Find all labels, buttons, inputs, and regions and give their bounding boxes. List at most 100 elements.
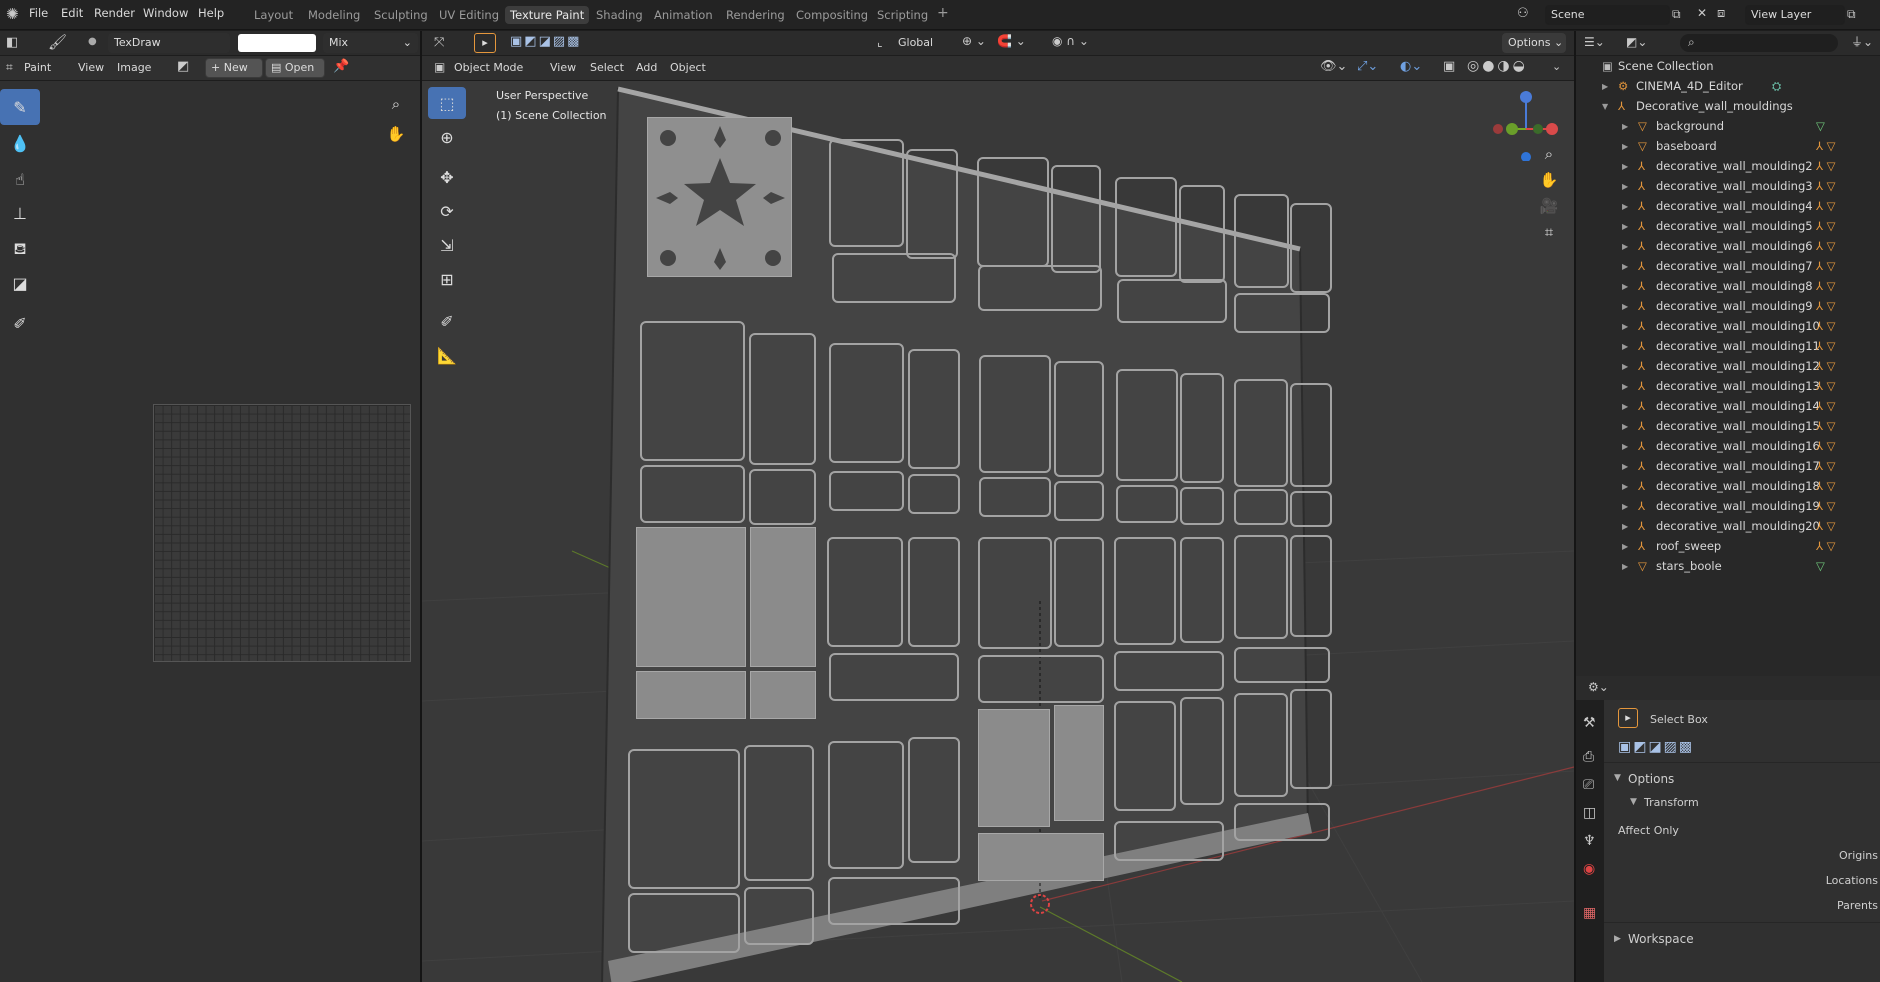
overlay-icon[interactable]: ◐⌄ bbox=[1400, 60, 1422, 73]
chevron-right-icon[interactable]: ▶ bbox=[1602, 82, 1608, 91]
chevron-right-icon[interactable]: ▶ bbox=[1622, 402, 1628, 411]
outliner-item[interactable]: ▶ ⅄ decorative_wall_moulding12 ⅄ ▽ bbox=[1576, 356, 1878, 376]
output-tab-icon[interactable]: ⎚ bbox=[1583, 778, 1594, 792]
workspace-panel-title[interactable]: Workspace bbox=[1628, 932, 1694, 946]
chevron-right-icon[interactable]: ▶ bbox=[1622, 262, 1628, 271]
outliner-item[interactable]: ▶ ⅄ roof_sweep ⅄ ▽ bbox=[1576, 536, 1878, 556]
view-layer-field[interactable]: View Layer bbox=[1745, 5, 1845, 25]
tool-transform[interactable]: ⊞ bbox=[428, 263, 466, 295]
outliner-item[interactable]: ▶ ▽ stars_boole ▽ bbox=[1576, 556, 1878, 576]
image-browse-icon[interactable]: ◩ bbox=[177, 60, 189, 73]
tab-scripting[interactable]: Scripting bbox=[877, 8, 928, 22]
color-swatch[interactable] bbox=[238, 34, 316, 52]
gizmo-icon[interactable]: ⤢⌄ bbox=[1357, 60, 1378, 73]
outliner-item[interactable]: ▶ ⅄ decorative_wall_moulding4 ⅄ ▽ bbox=[1576, 196, 1878, 216]
add-workspace-button[interactable]: + bbox=[937, 5, 949, 21]
chevron-right-icon[interactable]: ▶ bbox=[1622, 382, 1628, 391]
options-dropdown[interactable]: Options ⌄ bbox=[1502, 33, 1566, 53]
view-layer-tab-icon[interactable]: ◫ bbox=[1583, 806, 1596, 820]
brush-selector[interactable]: TexDraw bbox=[108, 33, 230, 53]
outliner-item[interactable]: ▶ ⅄ decorative_wall_moulding18 ⅄ ▽ bbox=[1576, 476, 1878, 496]
outliner-item[interactable]: ▶ ⅄ decorative_wall_moulding3 ⅄ ▽ bbox=[1576, 176, 1878, 196]
render-tab-icon[interactable]: ⎙ bbox=[1583, 750, 1594, 764]
outliner-item[interactable]: ▶ ⅄ decorative_wall_moulding2 ⅄ ▽ bbox=[1576, 156, 1878, 176]
chevron-down-icon[interactable]: ⌄ bbox=[1552, 61, 1561, 72]
tool-move[interactable]: ✥ bbox=[428, 161, 466, 193]
hand-icon[interactable]: ✋ bbox=[383, 121, 409, 147]
tool-clone[interactable]: ⊥ bbox=[0, 195, 40, 231]
tab-shading[interactable]: Shading bbox=[596, 8, 643, 22]
tool-mask[interactable]: ◪ bbox=[0, 265, 40, 301]
new-image-button[interactable]: + New bbox=[205, 58, 263, 78]
tab-animation[interactable]: Animation bbox=[654, 8, 713, 22]
outliner-item[interactable]: ▼ ⅄ Decorative_wall_mouldings bbox=[1576, 96, 1878, 116]
locations-checkbox[interactable]: Locations bbox=[1826, 874, 1878, 887]
xray-icon[interactable]: ▣ bbox=[1443, 60, 1455, 73]
menu-help[interactable]: Help bbox=[198, 6, 224, 20]
viewport-3d[interactable]: User Perspective (1) Scene Collection ⬚ … bbox=[422, 81, 1574, 982]
menu-image[interactable]: Image bbox=[117, 61, 151, 74]
tool-smear[interactable]: ☝ bbox=[0, 161, 40, 197]
scene-tab-icon[interactable]: ♆ bbox=[1583, 834, 1596, 848]
texture-canvas[interactable] bbox=[153, 404, 411, 662]
chevron-right-icon[interactable]: ▶ bbox=[1622, 162, 1628, 171]
options-panel-title[interactable]: Options bbox=[1628, 772, 1674, 786]
outliner-item[interactable]: ▶ ⅄ decorative_wall_moulding11 ⅄ ▽ bbox=[1576, 336, 1878, 356]
shading-mode-icons[interactable]: ◎●◑◒ bbox=[1467, 59, 1528, 73]
menu-view[interactable]: View bbox=[78, 61, 104, 74]
chevron-right-icon[interactable]: ▶ bbox=[1622, 322, 1628, 331]
menu-file[interactable]: File bbox=[29, 6, 48, 20]
outliner-item[interactable]: ▶ ⅄ decorative_wall_moulding20 ⅄ ▽ bbox=[1576, 516, 1878, 536]
zoom-icon[interactable]: ⌕ bbox=[1536, 141, 1562, 167]
tool-tab-icon[interactable]: ⚒ bbox=[1583, 716, 1596, 730]
chevron-right-icon[interactable]: ▶ bbox=[1622, 342, 1628, 351]
outliner-item[interactable]: ▶ ▽ baseboard ⅄ ▽ bbox=[1576, 136, 1878, 156]
outliner-item[interactable]: ▶ ⅄ decorative_wall_moulding7 ⅄ ▽ bbox=[1576, 256, 1878, 276]
outliner-item[interactable]: ▶ ⅄ decorative_wall_moulding9 ⅄ ▽ bbox=[1576, 296, 1878, 316]
menu-add[interactable]: Add bbox=[636, 61, 657, 74]
tool-annotate[interactable]: ✐ bbox=[0, 305, 40, 341]
blend-mode-select[interactable]: Mix ⌄ bbox=[323, 33, 418, 53]
tab-texture-paint[interactable]: Texture Paint bbox=[505, 6, 590, 24]
menu-render[interactable]: Render bbox=[94, 6, 135, 20]
zoom-icon[interactable]: ⌕ bbox=[383, 91, 409, 117]
chevron-down-icon[interactable]: ▼ bbox=[1602, 102, 1608, 111]
tool-annotate[interactable]: ✐ bbox=[428, 305, 466, 337]
open-image-button[interactable]: ▤ Open bbox=[265, 58, 325, 78]
origins-checkbox[interactable]: Origins bbox=[1839, 849, 1878, 862]
chevron-right-icon[interactable]: ▶ bbox=[1622, 542, 1628, 551]
tab-uv-editing[interactable]: UV Editing bbox=[439, 8, 499, 22]
tab-rendering[interactable]: Rendering bbox=[726, 8, 785, 22]
grid-view-icon[interactable]: ⌗ bbox=[1536, 219, 1562, 245]
tool-fill[interactable]: ⛾ bbox=[0, 231, 40, 267]
pin-icon[interactable]: 📌 bbox=[333, 60, 349, 73]
outliner-item[interactable]: ▶ ⅄ decorative_wall_moulding17 ⅄ ▽ bbox=[1576, 456, 1878, 476]
outliner-item[interactable]: ▶ ⅄ decorative_wall_moulding6 ⅄ ▽ bbox=[1576, 236, 1878, 256]
tool-cursor[interactable]: ⊕ bbox=[428, 121, 466, 153]
chevron-right-icon[interactable]: ▶ bbox=[1622, 462, 1628, 471]
filter-icon[interactable]: ⏚⌄ bbox=[1851, 36, 1873, 48]
chevron-right-icon[interactable]: ▶ bbox=[1622, 562, 1628, 571]
camera-icon[interactable]: 🎥 bbox=[1536, 193, 1562, 219]
world-tab-icon[interactable]: ◉ bbox=[1583, 862, 1595, 876]
chevron-right-icon[interactable]: ▶ bbox=[1622, 442, 1628, 451]
outliner-editor-icon[interactable]: ☰⌄ bbox=[1584, 36, 1605, 48]
outliner-root[interactable]: ▣ Scene Collection bbox=[1576, 56, 1878, 76]
blender-logo-icon[interactable]: ✺ bbox=[6, 7, 19, 22]
chevron-right-icon[interactable]: ▶ bbox=[1622, 222, 1628, 231]
paint-mode-select[interactable]: Paint bbox=[24, 61, 51, 74]
tab-compositing[interactable]: Compositing bbox=[796, 8, 868, 22]
visibility-icon[interactable]: 👁⌄ bbox=[1320, 60, 1347, 73]
texture-tab-icon[interactable]: ▦ bbox=[1583, 906, 1596, 920]
chevron-right-icon[interactable]: ▶ bbox=[1622, 202, 1628, 211]
outliner-item[interactable]: ▶ ⅄ decorative_wall_moulding16 ⅄ ▽ bbox=[1576, 436, 1878, 456]
outliner-item[interactable]: ▶ ⅄ decorative_wall_moulding5 ⅄ ▽ bbox=[1576, 216, 1878, 236]
outliner-item[interactable]: ▶ ▽ background ▽ bbox=[1576, 116, 1878, 136]
tab-sculpting[interactable]: Sculpting bbox=[374, 8, 428, 22]
brush-icon[interactable]: 🖌 bbox=[48, 35, 67, 50]
menu-select[interactable]: Select bbox=[590, 61, 624, 74]
select-mode-icons[interactable]: ▣◩◪▨▩ bbox=[1618, 740, 1694, 754]
menu-window[interactable]: Window bbox=[143, 6, 188, 20]
tab-modeling[interactable]: Modeling bbox=[308, 8, 360, 22]
chevron-right-icon[interactable]: ▶ bbox=[1622, 482, 1628, 491]
